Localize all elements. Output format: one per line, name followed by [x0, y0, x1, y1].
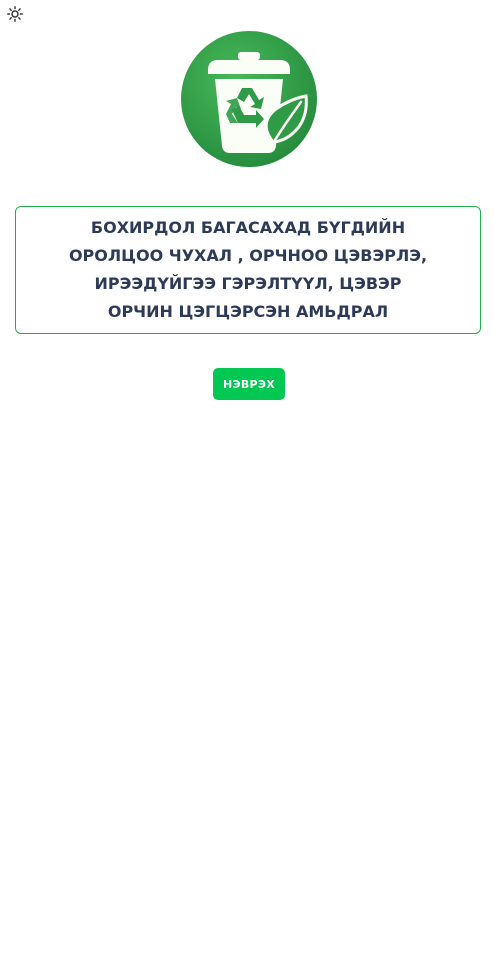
theme-toggle-button[interactable] — [6, 5, 24, 23]
sun-icon — [7, 6, 23, 22]
slogan-line: ОРОЛЦОО ЧУХАЛ , ОРЧНОО ЦЭВЭРЛЭ, — [68, 246, 428, 265]
slogan-card: БОХИРДОЛ БАГАСАХАД БҮГДИЙН ОРОЛЦОО ЧУХАЛ… — [15, 206, 481, 334]
app-logo — [180, 30, 318, 168]
slogan-line: ИРЭЭДҮЙГЭЭ ГЭРЭЛТҮҮЛ, ЦЭВЭР — [94, 274, 402, 293]
slogan-line: БОХИРДОЛ БАГАСАХАД БҮГДИЙН — [90, 218, 406, 237]
slogan-line: ОРЧИН ЦЭГЦЭРСЭН АМЬДРАЛ — [107, 302, 389, 321]
slogan-text: БОХИРДОЛ БАГАСАХАД БҮГДИЙН ОРОЛЦОО ЧУХАЛ… — [16, 214, 480, 326]
recycle-bin-leaf-icon — [181, 31, 317, 167]
login-button[interactable]: НЭВРЭХ — [213, 368, 285, 400]
